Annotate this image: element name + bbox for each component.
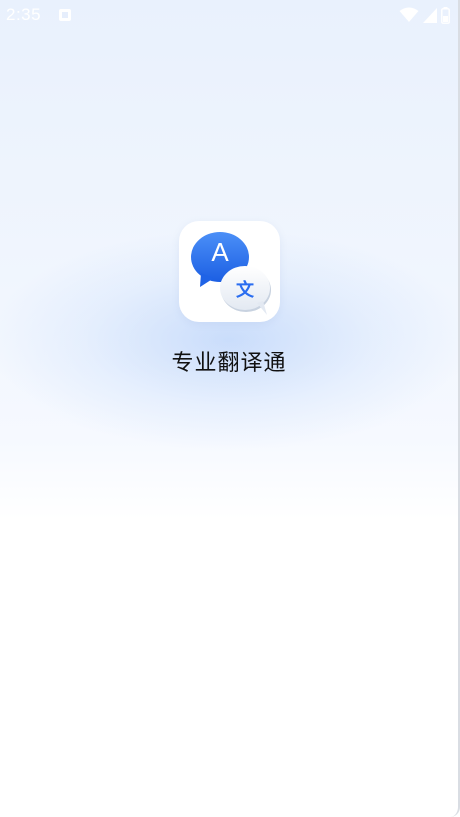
status-icons xyxy=(399,6,450,24)
status-time: 2:35 xyxy=(6,5,42,24)
battery-icon xyxy=(441,6,450,24)
logo-letter-wen: 文 xyxy=(236,280,254,301)
wifi-icon xyxy=(399,7,419,23)
status-bar: 2:35 xyxy=(0,0,458,30)
signal-icon xyxy=(423,7,437,23)
notification-icon xyxy=(59,9,71,21)
app-logo-icon: A 文 xyxy=(179,221,280,322)
app-name: 专业翻译通 xyxy=(171,351,287,376)
logo-letter-a: A xyxy=(211,237,229,267)
splash-screen: 2:35 A 文 专业翻译通 xyxy=(0,0,460,817)
